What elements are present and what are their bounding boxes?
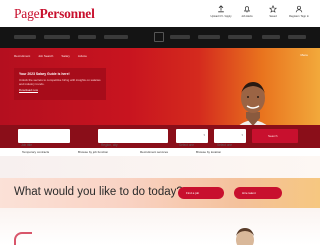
bell-icon xyxy=(243,6,251,13)
subnav-item-1[interactable]: Recruitment xyxy=(14,54,30,58)
sub-navigation: Recruitment Job Search Salary Advice xyxy=(14,54,87,58)
job-search-bar: Job title Region, city Select one ▾ Sele… xyxy=(0,125,320,148)
subnav-item-3[interactable]: Salary xyxy=(61,54,70,58)
hire-talent-button[interactable]: Hire talent xyxy=(234,187,282,199)
decorative-curve xyxy=(14,232,32,245)
search-button[interactable]: Search xyxy=(252,129,298,143)
bottom-section xyxy=(0,208,320,245)
nav-item-4[interactable] xyxy=(104,35,128,39)
nav-item-8[interactable] xyxy=(262,35,280,39)
keyword-placeholder: Job title xyxy=(21,143,32,147)
saved-label: Saved xyxy=(269,15,277,18)
bottom-person-image xyxy=(236,228,254,245)
find-job-label: Find a job xyxy=(186,191,200,195)
subnav-item-2[interactable]: Job Search xyxy=(38,54,53,58)
promo-download-link[interactable]: Download now xyxy=(19,88,101,92)
nav-item-5[interactable] xyxy=(170,35,190,39)
chevron-down-icon: ▾ xyxy=(203,133,205,137)
sign-in-button[interactable]: Register / Sign in xyxy=(286,5,312,18)
page-personnel-logo[interactable]: PagePersonnel xyxy=(14,6,95,22)
star-icon xyxy=(269,5,277,13)
sign-in-label: Register / Sign in xyxy=(289,15,309,18)
subnav-item-4[interactable]: Advice xyxy=(78,54,87,58)
location-placeholder: Region, city xyxy=(101,143,118,147)
cta-section: What would you like to do today? Find a … xyxy=(0,178,320,208)
upload-cv-button[interactable]: Upload CV / Apply xyxy=(208,5,234,18)
nav-item-6[interactable] xyxy=(198,35,220,39)
header-icons: Upload CV / Apply Job Alerts Saved Regis… xyxy=(208,5,312,18)
user-icon xyxy=(295,5,303,13)
nav-item-1[interactable] xyxy=(14,35,36,39)
location-input[interactable]: Region, city xyxy=(98,129,168,147)
promo-text: Unlock the secrets to competitive hiring… xyxy=(19,78,101,86)
site-header: PagePersonnel Upload CV / Apply Job Aler… xyxy=(0,0,320,27)
sector-placeholder: Select one xyxy=(179,143,195,147)
logo-text-personnel: Personnel xyxy=(39,6,95,21)
nav-selected-item[interactable] xyxy=(154,32,164,42)
chevron-down-icon: ▾ xyxy=(241,133,243,137)
upload-icon xyxy=(218,5,224,13)
quick-link-2[interactable]: Browse by job function xyxy=(78,150,108,154)
quick-link-1[interactable]: Temporary contracts xyxy=(22,150,49,154)
hire-talent-label: Hire talent xyxy=(242,191,256,195)
keyword-input[interactable]: Job title xyxy=(18,129,70,147)
quick-link-3[interactable]: Recruitment services xyxy=(140,150,168,154)
sector-select[interactable]: Select one ▾ xyxy=(176,129,208,147)
nav-item-2[interactable] xyxy=(44,35,70,39)
saved-button[interactable]: Saved xyxy=(260,5,286,18)
logo-text-page: Page xyxy=(14,6,40,21)
quick-links: Temporary contracts Browse by job functi… xyxy=(0,148,320,156)
nav-item-3[interactable] xyxy=(78,35,96,39)
quick-link-4[interactable]: Browse by location xyxy=(196,150,221,154)
salary-guide-promo: Your 2023 Salary Guide is here! Unlock t… xyxy=(14,68,106,100)
nav-item-7[interactable] xyxy=(228,35,252,39)
job-alerts-button[interactable]: Job Alerts xyxy=(234,5,260,18)
jobtype-select[interactable]: Select one ▾ xyxy=(214,129,246,147)
nav-item-9[interactable] xyxy=(288,35,306,39)
search-button-label: Search xyxy=(268,134,278,138)
cta-heading: What would you like to do today? xyxy=(14,186,183,198)
section-spacer xyxy=(0,156,320,178)
find-job-button[interactable]: Find a job xyxy=(178,187,224,199)
upload-cv-label: Upload CV / Apply xyxy=(210,15,232,18)
promo-title: Your 2023 Salary Guide is here! xyxy=(19,72,70,76)
subnav-menu-link[interactable]: Menu xyxy=(300,53,308,57)
jobtype-placeholder: Select one xyxy=(217,143,233,147)
top-navigation xyxy=(0,27,320,48)
job-alerts-label: Job Alerts xyxy=(241,15,253,18)
